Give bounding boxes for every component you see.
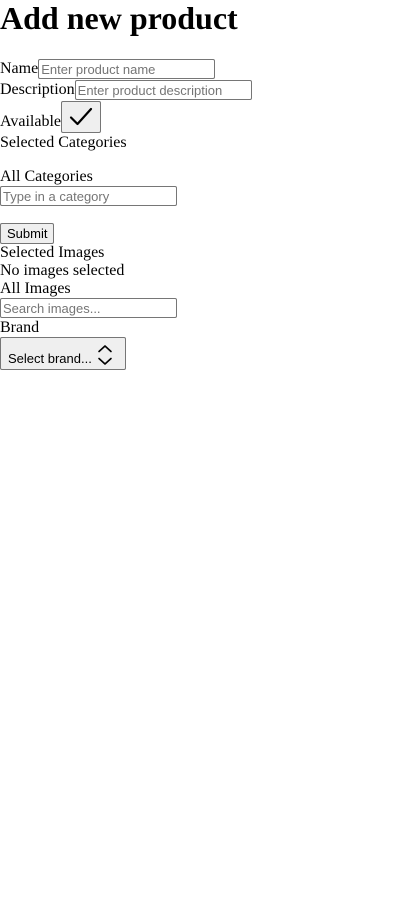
- name-row: Name: [0, 59, 216, 79]
- description-label: Description: [0, 81, 75, 98]
- chevrons-up-down-icon: [96, 344, 114, 366]
- all-categories-label: All Categories: [0, 168, 93, 185]
- available-label: Available: [0, 113, 62, 130]
- name-label: Name: [0, 60, 39, 77]
- description-row: Description: [0, 80, 252, 100]
- selected-images-label: Selected Images: [0, 244, 105, 261]
- brand-select-button[interactable]: Select brand...: [0, 337, 126, 370]
- category-search-row: [0, 186, 177, 206]
- submit-row: Submit: [0, 223, 55, 244]
- selected-categories-label: Selected Categories: [0, 134, 127, 151]
- brand-select-row: Select brand...: [0, 337, 126, 370]
- all-images-label: All Images: [0, 280, 71, 297]
- no-images-text: No images selected: [0, 262, 125, 279]
- submit-button[interactable]: Submit: [0, 223, 55, 244]
- check-icon: [69, 107, 93, 126]
- images-search-row: [0, 298, 177, 318]
- brand-select-label: Select brand...: [8, 351, 92, 366]
- images-search-input[interactable]: [0, 298, 177, 318]
- page-title: Add new product: [0, 0, 238, 36]
- brand-label: Brand: [0, 319, 40, 336]
- description-input[interactable]: [74, 80, 252, 100]
- available-row: Available: [0, 101, 102, 133]
- category-input[interactable]: [0, 186, 177, 206]
- name-input[interactable]: [38, 59, 216, 79]
- available-toggle-button[interactable]: [61, 101, 102, 133]
